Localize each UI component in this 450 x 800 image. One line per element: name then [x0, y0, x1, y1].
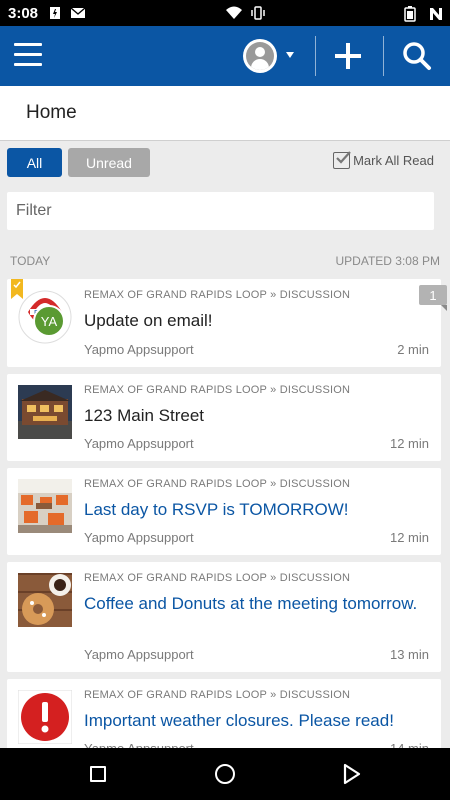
home-icon[interactable] [215, 764, 235, 784]
wifi-icon [226, 6, 242, 20]
item-title: 123 Main Street [84, 406, 205, 425]
vibrate-icon [250, 6, 265, 20]
list-item[interactable]: REMAX OF GRAND RAPIDS LOOP » DISCUSSION … [7, 374, 441, 461]
filter-row: All Unread Mark All Read [0, 148, 450, 178]
battery-icon [404, 6, 418, 22]
flash-off-icon [48, 6, 62, 20]
unread-filter-button[interactable]: Unread [68, 148, 150, 177]
checkbox-icon [333, 151, 351, 169]
item-title: Update on email! [84, 311, 213, 330]
mark-all-read-label: Mark All Read [353, 153, 434, 168]
list-item[interactable]: RE/MAX YA REMAX OF GRAND RAPIDS LOOP » D… [7, 279, 447, 367]
mail-icon [70, 6, 86, 20]
alert-icon [17, 689, 73, 745]
section-header: TODAY UPDATED 3:08 PM [10, 254, 440, 268]
menu-icon[interactable] [14, 43, 42, 69]
filter-input[interactable] [7, 192, 434, 230]
item-time: 12 min [389, 530, 429, 545]
item-time: 13 min [389, 647, 429, 662]
recents-icon[interactable] [90, 766, 106, 782]
toolbar-divider [383, 36, 384, 76]
item-source: REMAX OF GRAND RAPIDS LOOP » DISCUSSION [84, 384, 351, 396]
page-header: Home [0, 86, 450, 141]
mark-all-read-button[interactable]: Mark All Read [333, 151, 434, 169]
item-time: 12 min [389, 436, 429, 451]
item-source: REMAX OF GRAND RAPIDS LOOP » DISCUSSION [84, 289, 351, 301]
item-author: Yapmo Appsupport [84, 436, 194, 451]
avatar: YA [33, 305, 65, 337]
page-title: Home [26, 102, 77, 123]
item-time: 2 min [397, 342, 429, 357]
user-icon [246, 42, 274, 70]
feed-list: RE/MAX YA REMAX OF GRAND RAPIDS LOOP » D… [7, 279, 447, 774]
item-source: REMAX OF GRAND RAPIDS LOOP » DISCUSSION [84, 572, 351, 584]
item-author: Yapmo Appsupport [84, 342, 194, 357]
restaurant-photo-icon [18, 479, 72, 533]
item-author: Yapmo Appsupport [84, 647, 194, 662]
updated-timestamp: UPDATED 3:08 PM [335, 254, 440, 268]
section-label: TODAY [10, 254, 51, 268]
system-nav-bar [0, 748, 450, 800]
item-title: Coffee and Donuts at the meeting tomorro… [84, 594, 418, 613]
list-item[interactable]: REMAX OF GRAND RAPIDS LOOP » DISCUSSION … [7, 562, 441, 672]
item-title: Last day to RSVP is TOMORROW! [84, 500, 349, 519]
no-signal-icon [428, 6, 442, 20]
item-author: Yapmo Appsupport [84, 530, 194, 545]
chevron-down-icon[interactable] [286, 52, 294, 58]
add-icon[interactable] [333, 41, 363, 71]
status-time: 3:08 [8, 4, 39, 22]
item-title: Important weather closures. Please read! [84, 711, 394, 730]
house-photo-icon [18, 385, 72, 439]
status-bar: 3:08 [0, 0, 450, 26]
coffee-donut-photo-icon [18, 573, 72, 627]
comment-count-badge: 1 [419, 285, 447, 311]
toolbar-divider [315, 36, 316, 76]
app-bar [0, 26, 450, 86]
back-icon[interactable] [343, 763, 361, 785]
item-source: REMAX OF GRAND RAPIDS LOOP » DISCUSSION [84, 478, 351, 490]
item-source: REMAX OF GRAND RAPIDS LOOP » DISCUSSION [84, 689, 351, 701]
profile-avatar-button[interactable] [243, 39, 277, 73]
search-icon[interactable] [402, 41, 432, 71]
list-item[interactable]: REMAX OF GRAND RAPIDS LOOP » DISCUSSION … [7, 468, 441, 555]
all-filter-button[interactable]: All [7, 148, 62, 177]
